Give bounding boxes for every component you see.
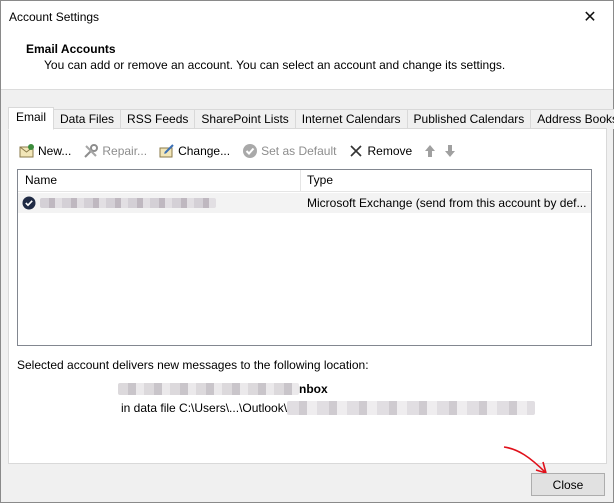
delivery-datafile: in data file C:\Users\...\Outlook\: [121, 401, 536, 415]
remove-x-icon: [350, 145, 363, 157]
tab-strip: Email Data Files RSS Feeds SharePoint Li…: [8, 107, 614, 130]
new-account-icon: [19, 144, 34, 158]
header-subtitle: You can add or remove an account. You ca…: [44, 58, 506, 72]
delivery-location-label: Selected account delivers new messages t…: [17, 358, 369, 372]
change-account-button[interactable]: Change...: [159, 143, 230, 159]
default-account-check-icon: [22, 196, 36, 210]
account-settings-dialog: Account Settings ✕ Email Accounts You ca…: [0, 0, 614, 503]
list-header: Name Type: [18, 170, 591, 192]
tab-sharepoint-lists[interactable]: SharePoint Lists: [195, 109, 296, 129]
window-title: Account Settings: [9, 9, 100, 24]
redacted-account-name: [40, 198, 216, 208]
checkmark-circle-icon: [243, 144, 258, 158]
move-down-button[interactable]: [444, 144, 456, 158]
tab-published-calendars[interactable]: Published Calendars: [407, 109, 532, 129]
new-account-button[interactable]: New...: [19, 143, 71, 159]
arrow-up-icon: [425, 145, 436, 157]
account-row[interactable]: Microsoft Exchange (send from this accou…: [18, 193, 591, 213]
set-default-button[interactable]: Set as Default: [242, 143, 336, 159]
delivery-folder: nbox: [118, 382, 328, 396]
repair-button[interactable]: Repair...: [83, 143, 147, 159]
change-account-icon: [159, 144, 174, 158]
account-list: Name Type Microsoft Exchange (send from …: [17, 169, 592, 346]
datafile-path-prefix: in data file C:\Users\...\Outlook\: [121, 401, 288, 415]
move-up-button[interactable]: [424, 144, 436, 158]
account-toolbar: New... Repair... Change... Set as Defaul…: [19, 141, 464, 161]
email-tab-panel: New... Repair... Change... Set as Defaul…: [8, 128, 607, 464]
tab-data-files[interactable]: Data Files: [54, 109, 122, 129]
window-close-icon[interactable]: ✕: [567, 1, 613, 32]
tab-address-books[interactable]: Address Books: [531, 109, 614, 129]
remove-account-label: Remove: [367, 144, 413, 158]
repair-tools-icon: [84, 144, 99, 158]
arrow-down-icon: [445, 145, 456, 157]
column-header-name[interactable]: Name: [18, 170, 301, 191]
redacted-datafile-name: [287, 401, 536, 415]
delivery-folder-suffix: nbox: [299, 382, 328, 396]
close-button[interactable]: Close: [531, 473, 605, 496]
repair-label: Repair...: [102, 144, 148, 158]
new-account-label: New...: [38, 144, 72, 158]
account-name-cell: [18, 196, 301, 210]
dialog-header: Email Accounts You can add or remove an …: [1, 32, 613, 90]
tab-internet-calendars[interactable]: Internet Calendars: [295, 109, 408, 129]
set-default-label: Set as Default: [261, 144, 337, 158]
tab-email[interactable]: Email: [8, 107, 55, 130]
redacted-mailbox-name: [118, 383, 299, 395]
column-header-type[interactable]: Type: [301, 170, 591, 191]
header-title: Email Accounts: [26, 42, 116, 56]
remove-account-button[interactable]: Remove: [348, 143, 412, 159]
change-account-label: Change...: [178, 144, 231, 158]
tab-rss-feeds[interactable]: RSS Feeds: [121, 109, 196, 129]
title-bar: Account Settings ✕: [1, 1, 613, 32]
account-type-cell: Microsoft Exchange (send from this accou…: [307, 196, 587, 210]
